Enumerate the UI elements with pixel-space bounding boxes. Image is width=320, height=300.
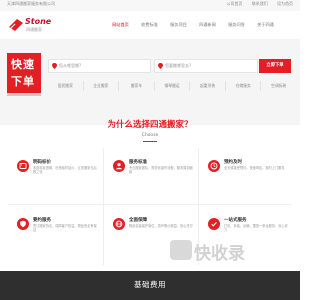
quick-link-corporate[interactable]: 企业搬家	[84, 81, 120, 91]
nav-item-pricing[interactable]: 收费标准	[135, 11, 164, 39]
quick-order-section: 快速 下单 您从哪里搬? 您要搬哪里去? 立即下单 居民搬家 企业搬家 搬家车 …	[0, 39, 300, 125]
nav-item-home[interactable]: 网站首页	[106, 11, 135, 39]
from-address-placeholder: 您从哪里搬?	[59, 63, 82, 68]
title-underline	[143, 141, 157, 142]
quick-link-residential[interactable]: 居民搬家	[48, 81, 84, 91]
shield-icon	[17, 218, 29, 230]
top-link-home[interactable]: 公司首页	[226, 1, 242, 6]
feature-card-transparent-pricing: 明码标价 收费标准透明，杜绝临时加价，让您搬家无后顾之忧	[8, 148, 100, 202]
feature-title: 全面保障	[129, 218, 147, 223]
quick-link-piano[interactable]: 钢琴搬运	[155, 81, 191, 91]
globe-icon	[113, 218, 125, 230]
why-choose-heading: 为什么选择四通搬家？ Choose	[0, 118, 300, 142]
watermark-text: 快收录	[194, 244, 245, 264]
to-address-placeholder: 您要搬哪里去?	[165, 63, 192, 68]
feature-title: 服务标准	[129, 160, 147, 165]
feature-desc: 物品包装保护到位，损坏照价赔偿，放心托付	[129, 224, 193, 228]
feature-desc: 打包、拆装、运输、摆放一条龙服务，省心省力	[224, 224, 288, 233]
feature-title: 要约服务	[33, 218, 51, 223]
base-fee-title: 基础费用	[134, 280, 166, 289]
nav-item-faq[interactable]: 服务问答	[222, 11, 251, 39]
logo-mark-icon	[9, 19, 23, 31]
watermark-overlay: 快收录	[170, 238, 290, 264]
from-address-input[interactable]: 您从哪里搬?	[48, 59, 151, 73]
section-subtitle: Choose	[141, 133, 159, 138]
watermark-logo-icon	[170, 240, 192, 260]
quick-link-lifting[interactable]: 起重吊装	[190, 81, 226, 91]
price-tag-icon	[17, 160, 29, 172]
site-logo[interactable]: Stone 四通搬家	[8, 15, 60, 35]
to-address-input[interactable]: 您要搬哪里去?	[154, 59, 258, 73]
badge-line-1: 快速	[11, 58, 35, 71]
top-link-contact[interactable]: 联系我们	[252, 1, 268, 6]
quick-link-truck[interactable]: 搬家车	[119, 81, 155, 91]
main-nav: 网站首页 收费标准 服务项目 四通新闻 服务问答 关于四通	[106, 11, 280, 39]
feature-title: 预约及时	[224, 160, 242, 165]
service-quick-links: 居民搬家 企业搬家 搬家车 钢琴搬运 起重吊装 仓储服务 空调拆装	[48, 81, 296, 91]
feature-card-timely-booking: 预约及时 全天候接受预约，快速响应，准时上门服务	[199, 148, 291, 202]
feature-desc: 全天候接受预约，快速响应，准时上门服务	[224, 166, 285, 170]
badge-line-2: 下单	[11, 75, 35, 88]
clock-icon	[208, 160, 220, 172]
feature-desc: 收费标准透明，杜绝临时加价，让您搬家无后顾之忧	[33, 166, 97, 175]
base-fee-section: 基础费用	[0, 271, 300, 300]
badge-shadow	[7, 93, 41, 96]
team-icon	[113, 160, 125, 172]
location-pin-icon	[52, 63, 57, 69]
nav-item-about[interactable]: 关于四通	[251, 11, 280, 39]
top-link-set-homepage[interactable]: 设为首页	[277, 1, 293, 6]
feature-card-service-standard: 服务标准 专业搬家团队，规范化操作流程，服务周到细致	[104, 148, 196, 202]
nav-item-services[interactable]: 服务项目	[164, 11, 193, 39]
site-header: Stone 四通搬家 网站首页 收费标准 服务项目 四通新闻 服务问答 关于四通	[0, 11, 300, 39]
submit-order-button[interactable]: 立即下单	[259, 59, 291, 73]
brand-tagline: 四通搬家	[26, 27, 42, 32]
feature-title: 明码标价	[33, 160, 51, 165]
nav-item-news[interactable]: 四通新闻	[193, 11, 222, 39]
feature-title: 一站式服务	[224, 218, 247, 223]
quick-link-storage[interactable]: 仓储服务	[226, 81, 262, 91]
quick-link-ac[interactable]: 空调拆装	[261, 81, 296, 91]
feature-desc: 专业搬家团队，规范化操作流程，服务周到细致	[129, 166, 193, 175]
check-icon	[208, 218, 220, 230]
brand-name: Stone	[25, 17, 52, 26]
top-links: 公司首页 联系我们 设为首页	[218, 1, 293, 7]
feature-card-contract-service: 要约服务 签订搬家协议，保障客户权益，物品安全有保证	[8, 206, 100, 260]
location-pin-icon	[158, 63, 163, 69]
company-name: 天津四通搬家服务有限公司	[7, 1, 55, 6]
quick-order-badge: 快速 下单	[7, 53, 41, 96]
feature-desc: 签订搬家协议，保障客户权益，物品安全有保证	[33, 224, 97, 233]
section-title: 为什么选择四通搬家？	[107, 120, 193, 130]
grid-divider	[8, 204, 292, 205]
quick-order-form: 您从哪里搬? 您要搬哪里去? 立即下单	[48, 59, 296, 73]
